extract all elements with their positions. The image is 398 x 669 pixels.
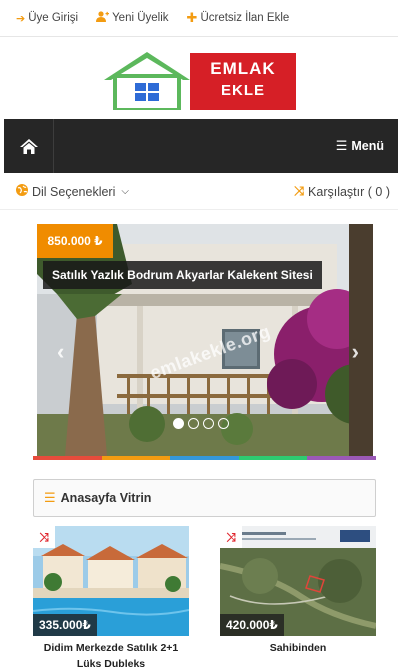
compare-label: Karşılaştır ( 0 ) [308,184,390,199]
home-button[interactable] [4,119,54,173]
featured-slider[interactable]: 850.000 ₺ Satılık Yazlık Bodrum Akyarlar… [37,224,373,456]
listing-title[interactable]: Sahibinden [220,640,376,656]
shuffle-icon: ⤨ [294,184,305,198]
free-ad-label: Ücretsiz İlan Ekle [200,12,290,24]
site-logo[interactable]: EMLAK EKLE [102,47,296,110]
register-link[interactable]: Yeni Üyelik [96,11,169,25]
listing-image[interactable]: ⤨ 420.000₺ [220,526,376,636]
menu-button[interactable]: ☰ Menü [336,138,384,154]
menu-label: Menü [351,139,384,153]
color-segment [307,456,376,460]
language-label: Dil Seçenekleri [32,184,116,199]
listing-price: 420.000₺ [220,614,284,636]
bars-icon: ☰ [335,138,348,153]
sign-in-icon: ➔ [16,12,26,25]
showcase-header: ☰ Anasayfa Vitrin [33,479,376,517]
plus-icon: ✚ [186,10,198,25]
listing-card[interactable]: ⤨ 420.000₺ Sahibinden [220,526,376,669]
register-label: Yeni Üyelik [112,12,169,24]
logo-text-box: EMLAK EKLE [190,53,296,110]
color-segment [238,456,308,460]
slider-dot[interactable] [218,418,229,429]
color-segment [33,456,102,460]
color-strip [33,456,376,460]
login-link[interactable]: ➔ Üye Girişi [16,12,78,25]
house-logo-icon [104,52,190,110]
login-label: Üye Girişi [28,12,79,24]
slider-dot[interactable] [203,418,214,429]
free-ad-link[interactable]: ✚ Ücretsiz İlan Ekle [187,10,290,26]
logo-line1: EMLAK [210,59,276,78]
chevron-down-icon: ⌵ [121,186,129,197]
list-icon: ☰ [44,490,56,505]
listing-image[interactable]: ⤨ 335.000₺ [33,526,189,636]
top-bar: ➔ Üye Girişi Yeni Üyelik ✚ Ücretsiz İlan… [0,0,398,37]
prev-arrow-icon[interactable]: ‹ [57,339,64,365]
logo-line2: EKLE [220,82,265,99]
compare-toggle-icon[interactable]: ⤨ [33,526,55,548]
logo-area: EMLAK EKLE [0,37,398,119]
slider-price-tag: 850.000 ₺ [37,224,113,258]
next-arrow-icon[interactable]: › [352,339,359,365]
listing-title[interactable]: Didim Merkezde Satılık 2+1 Lüks Dubleks [33,640,189,669]
options-bar: Dil Seçenekleri ⌵ ⤨ Karşılaştır ( 0 ) [0,174,398,210]
user-plus-icon [96,11,110,25]
listing-price: 335.000₺ [33,614,97,636]
listing-card[interactable]: ⤨ 335.000₺ Didim Merkezde Satılık 2+1 Lü… [33,526,189,669]
showcase-title: Anasayfa Vitrin [60,491,152,505]
language-dropdown[interactable]: Dil Seçenekleri ⌵ [16,184,129,199]
slider-dots [173,418,229,429]
color-segment [170,456,239,460]
slider-caption[interactable]: Satılık Yazlık Bodrum Akyarlar Kalekent … [43,261,322,289]
compare-toggle-icon[interactable]: ⤨ [220,526,242,548]
compare-link[interactable]: ⤨ Karşılaştır ( 0 ) [294,184,390,199]
home-icon [19,138,38,154]
main-navbar: ☰ Menü [4,119,398,173]
slider-dot[interactable] [188,418,199,429]
slider-dot[interactable] [173,418,184,429]
globe-icon [16,184,28,199]
color-segment [101,456,171,460]
